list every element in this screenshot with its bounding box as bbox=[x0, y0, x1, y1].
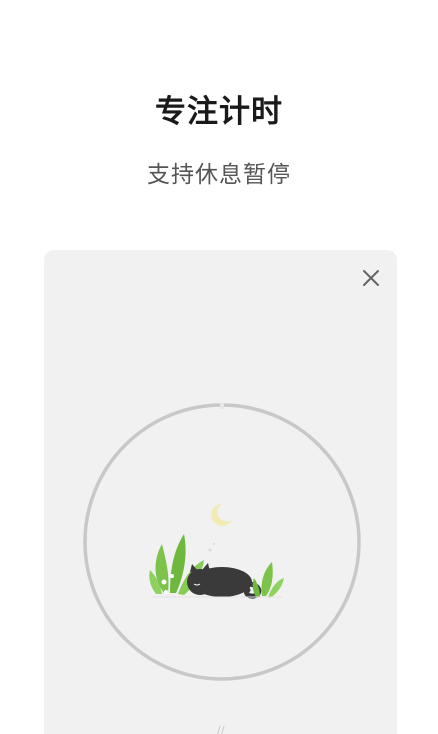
cat-head bbox=[187, 569, 213, 595]
page-subtitle: 支持休息暂停 bbox=[147, 162, 291, 188]
bottom-hint: // bbox=[216, 724, 225, 734]
close-button[interactable] bbox=[359, 266, 383, 290]
sleeping-cat-illustration bbox=[149, 504, 284, 599]
page-title: 专注计时 bbox=[155, 94, 283, 130]
timer-card: // bbox=[44, 250, 397, 734]
moon-icon bbox=[211, 504, 232, 526]
focus-timer-screen: 专注计时 支持休息暂停 // bbox=[0, 0, 438, 734]
close-icon bbox=[363, 270, 379, 286]
